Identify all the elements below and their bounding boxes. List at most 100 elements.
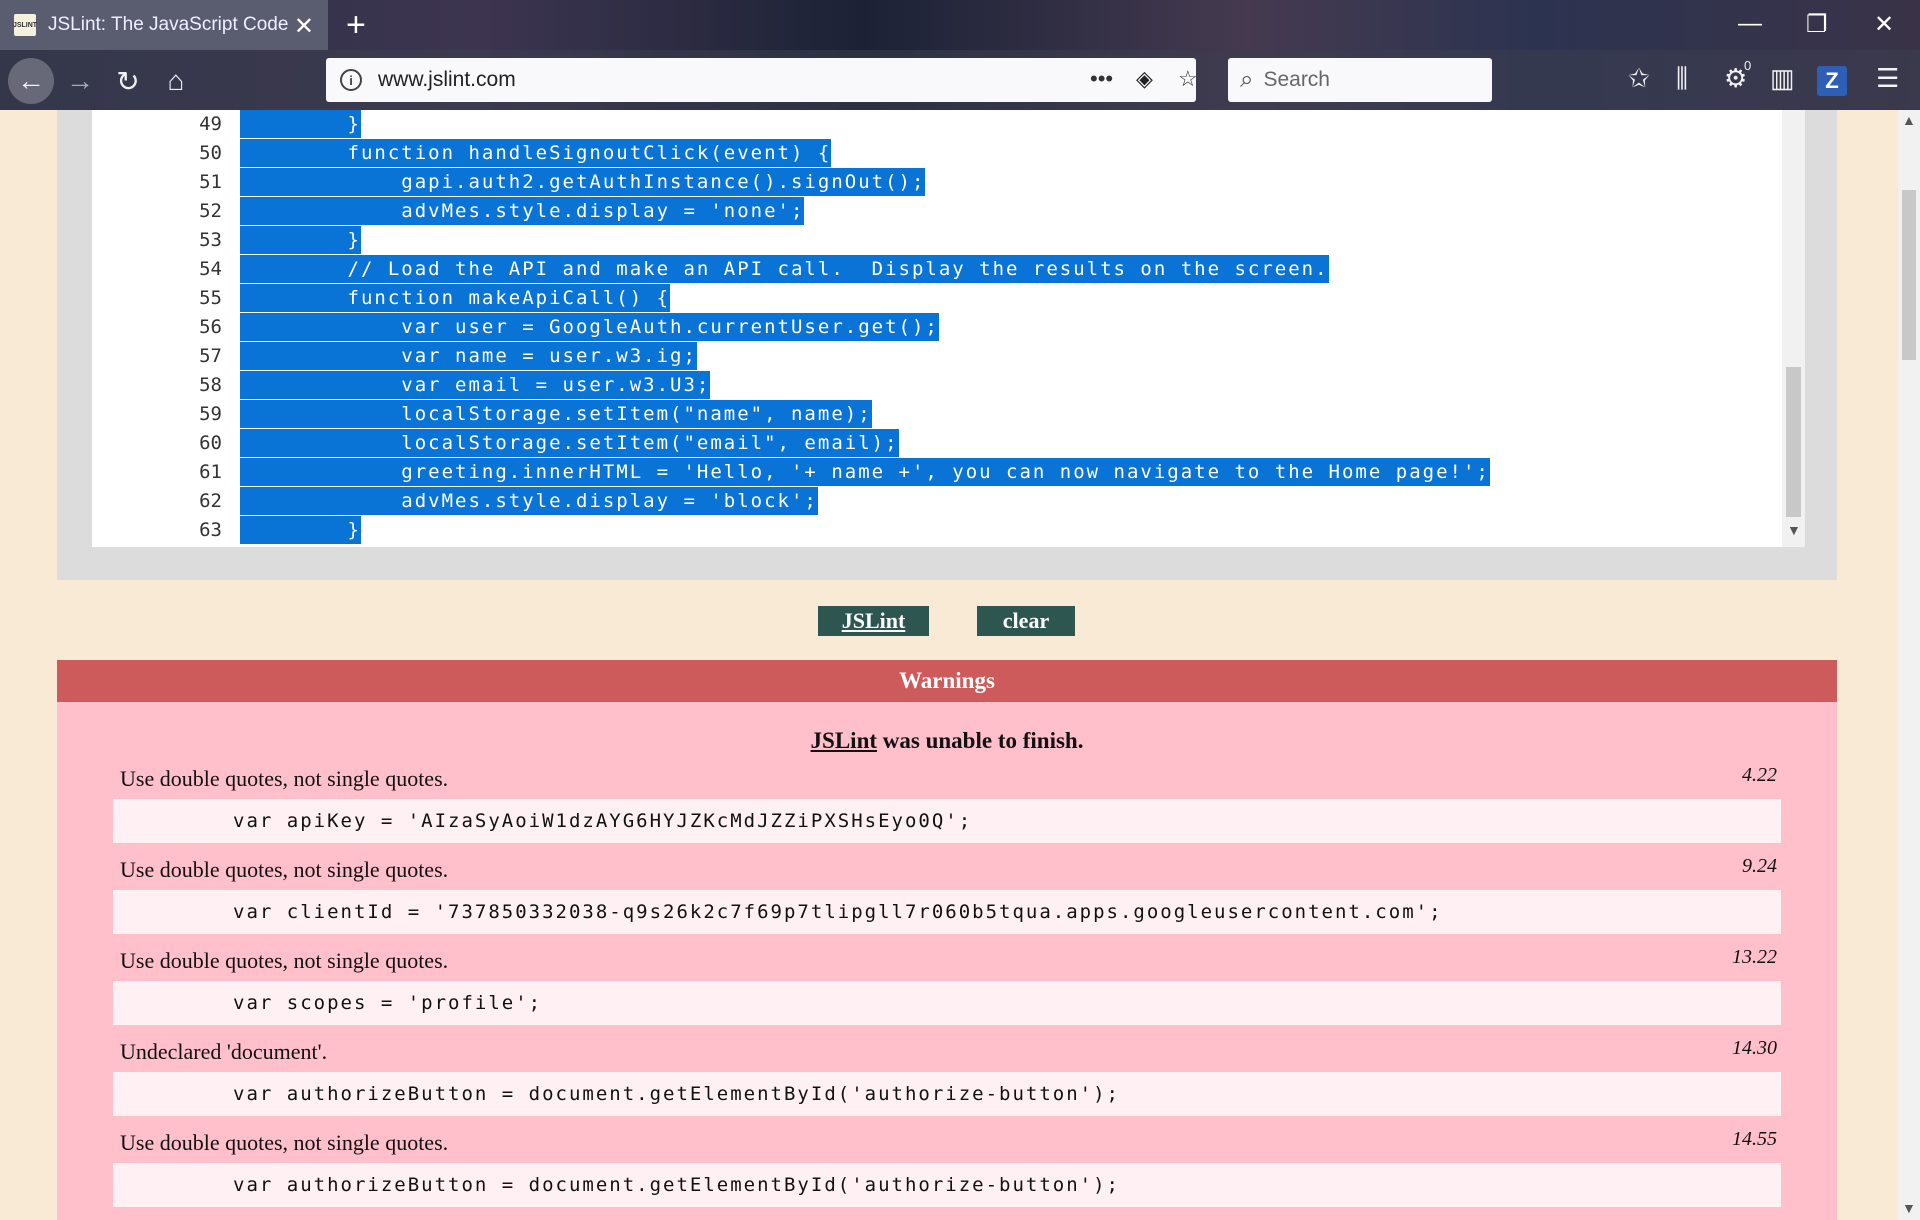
line-number: 49 [199,113,222,135]
jslint-link[interactable]: JSLint [811,728,877,753]
navigation-toolbar: ← → ↻ ⌂ i www.jslint.com ••• ◈ ☆ ⌕ Searc… [0,50,1920,110]
search-bar[interactable]: ⌕ Search [1228,58,1492,102]
code-line[interactable]: 60 localStorage.setItem("email", email); [92,429,1782,457]
warning-code: var authorizeButton = document.getElemen… [113,1072,1781,1116]
code-text: var email = user.w3.U3; [240,371,711,399]
clear-button[interactable]: clear [977,606,1075,636]
line-number: 55 [199,287,222,309]
warning-location: 13.22 [1732,946,1777,968]
search-placeholder: Search [1263,68,1330,91]
warning-location: 9.24 [1742,855,1777,877]
forward-arrow-icon[interactable]: → [62,63,98,99]
warning-message: Use double quotes, not single quotes. [120,1130,449,1155]
code-text: advMes.style.display = 'none'; [240,197,805,225]
search-icon: ⌕ [1240,66,1254,93]
pocket-icon[interactable]: ◈ [1136,66,1153,92]
code-text: var user = GoogleAuth.currentUser.get(); [240,313,939,341]
tab-close-icon[interactable]: ✕ [294,12,314,41]
bookmarks-star-icon[interactable]: ✩ [1628,63,1650,94]
warnings-panel: Warnings JSLint was unable to finish. Us… [57,660,1837,1220]
url-text: www.jslint.com [378,68,516,91]
code-text: advMes.style.display = 'block'; [240,487,818,515]
warning-code: var clientId = '737850332038-q9s26k2c7f6… [113,890,1781,934]
warning-message: Use double quotes, not single quotes. [120,857,449,882]
code-line[interactable]: 52 advMes.style.display = 'none'; [92,197,1782,225]
line-number: 58 [199,374,222,396]
code-line[interactable]: 63 } [92,516,1782,544]
line-number: 63 [199,519,222,541]
scroll-down-arrow-icon[interactable]: ▼ [1787,522,1801,538]
editor-scroll-thumb[interactable] [1786,367,1801,517]
warnings-header: Warnings [57,660,1837,702]
code-text: localStorage.setItem("name", name); [240,400,872,428]
page-content: 49 } 50 function handleSignoutClick(event… [0,110,1898,1220]
line-number: 57 [199,345,222,367]
line-number: 56 [199,316,222,338]
page-actions-icon[interactable]: ••• [1090,66,1113,92]
warning-code: var scopes = 'profile'; [113,981,1781,1025]
code-line[interactable]: 51 gapi.auth2.getAuthInstance().signOut(… [92,168,1782,196]
warning-location: 14.55 [1732,1128,1777,1150]
code-line[interactable]: 61 greeting.innerHTML = 'Hello, '+ name … [92,458,1782,486]
code-line[interactable]: 50 function handleSignoutClick(event) { [92,139,1782,167]
library-icon[interactable]: ⫼ [1676,63,1688,95]
code-line[interactable]: 58 var email = user.w3.U3; [92,371,1782,399]
warning-location: 4.22 [1742,764,1777,786]
code-line[interactable]: 59 localStorage.setItem("name", name); [92,400,1782,428]
extension-badge: 0 [1744,58,1752,73]
address-bar[interactable]: i www.jslint.com ••• ◈ ☆ [326,58,1198,102]
sidebar-icon[interactable]: ▥ [1770,63,1795,94]
home-icon[interactable]: ⌂ [158,63,194,99]
browser-tab[interactable]: JSLINT JSLint: The JavaScript Code Qu ✕ [0,0,328,50]
window-close-icon[interactable]: ✕ [1874,10,1894,39]
line-number: 59 [199,403,222,425]
code-text: } [240,226,361,254]
code-text: function makeApiCall() { [240,284,671,312]
warning-code: var apiKey = 'AIzaSyAoiW1dzAYG6HYJZKcMdJ… [113,799,1781,843]
new-tab-icon[interactable]: + [346,6,366,45]
code-line[interactable]: 62 advMes.style.display = 'block'; [92,487,1782,515]
bookmark-star-icon[interactable]: ☆ [1178,66,1198,92]
line-number: 60 [199,432,222,454]
profile-extension-icon[interactable]: Z [1817,66,1847,96]
editor-scrollbar[interactable]: ▼ [1782,110,1805,547]
browser-chrome: JSLINT JSLint: The JavaScript Code Qu ✕ … [0,0,1920,110]
code-line[interactable]: 49 } [92,110,1782,138]
source-editor[interactable]: 49 } 50 function handleSignoutClick(event… [92,110,1805,547]
code-line[interactable]: 56 var user = GoogleAuth.currentUser.get… [92,313,1782,341]
code-text: } [240,516,361,544]
menu-icon[interactable]: ☰ [1876,63,1899,94]
code-text: localStorage.setItem("email", email); [240,429,899,457]
back-arrow-icon[interactable]: ← [8,58,54,104]
line-number: 52 [199,200,222,222]
code-text: } [240,110,361,138]
page-scroll-up-icon[interactable]: ▲ [1902,112,1916,128]
line-number: 53 [199,229,222,251]
code-text: function handleSignoutClick(event) { [240,139,832,167]
code-line[interactable]: 54 // Load the API and make an API call.… [92,255,1782,283]
minimize-icon[interactable]: — [1738,10,1762,38]
line-number: 50 [199,142,222,164]
warning-location: 14.30 [1732,1037,1777,1059]
code-line[interactable]: 57 var name = user.w3.ig; [92,342,1782,370]
line-number: 62 [199,490,222,512]
tab-bar: JSLINT JSLint: The JavaScript Code Qu ✕ … [0,0,1920,50]
jslint-button[interactable]: JSLint [818,606,929,636]
code-text: // Load the API and make an API call. Di… [240,255,1329,283]
code-line[interactable]: 53 } [92,226,1782,254]
line-number: 51 [199,171,222,193]
page-scroll-thumb[interactable] [1902,190,1916,360]
status-text: was unable to finish. [877,728,1084,753]
site-info-icon[interactable]: i [340,69,362,91]
page-scrollbar[interactable]: ▲ ▼ [1898,110,1920,1220]
code-line[interactable]: 55 function makeApiCall() { [92,284,1782,312]
warning-message: Undeclared 'document'. [120,1039,328,1064]
warning-message: Use double quotes, not single quotes. [120,948,449,973]
code-text: var name = user.w3.ig; [240,342,697,370]
reload-icon[interactable]: ↻ [110,63,146,99]
warning-message: Use double quotes, not single quotes. [120,766,449,791]
page-scroll-down-icon[interactable]: ▼ [1902,1200,1916,1216]
code-text: greeting.innerHTML = 'Hello, '+ name +',… [240,458,1490,486]
tab-title: JSLint: The JavaScript Code Qu [48,14,288,35]
restore-icon[interactable]: ❐ [1806,10,1828,39]
